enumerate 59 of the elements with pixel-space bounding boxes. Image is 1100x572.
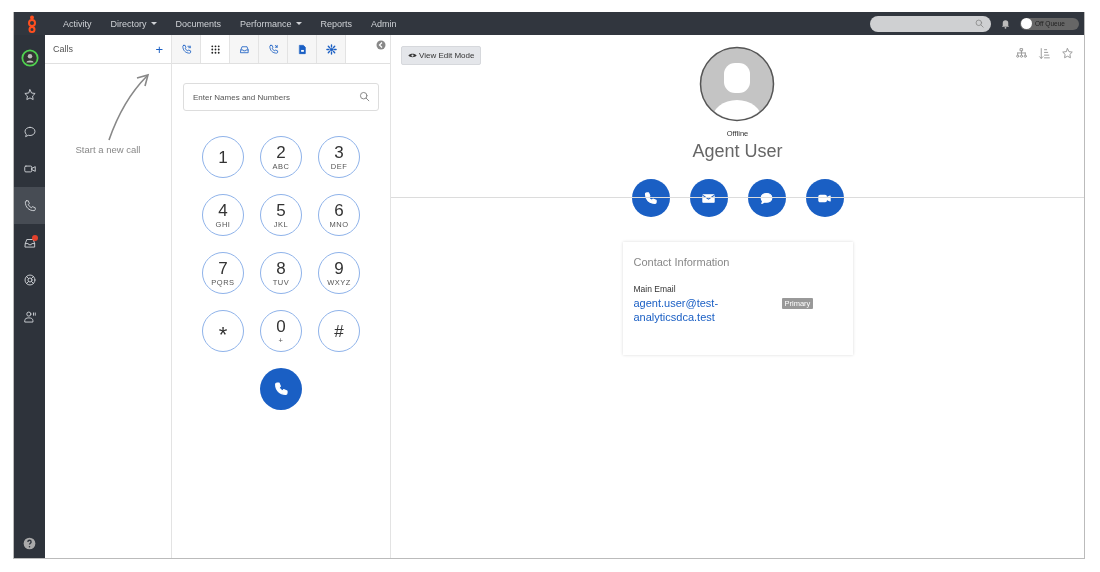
add-button[interactable]: + [155, 41, 163, 57]
search-icon [974, 18, 985, 29]
nav-menu-item[interactable]: Directory [100, 18, 166, 29]
nav-menu-item[interactable]: Reports [310, 18, 362, 29]
person-icon [22, 309, 37, 324]
sort-icon[interactable] [1038, 47, 1051, 60]
logo-icon [25, 14, 39, 33]
phone-icon [267, 43, 279, 55]
chat-bubble-icon [759, 190, 774, 206]
dial-key[interactable]: # [318, 310, 360, 352]
nav-menu-item[interactable]: Performance [230, 18, 311, 29]
sidebar-item[interactable] [14, 187, 45, 224]
phone-icon [180, 43, 192, 55]
lifebuoy-icon [22, 272, 37, 287]
contact-name: Agent User [692, 141, 783, 162]
hint-text: Start a new call [75, 144, 141, 155]
hierarchy-icon[interactable] [1015, 47, 1028, 60]
nav-menu-item[interactable]: Admin [361, 18, 406, 29]
document-icon [296, 43, 308, 55]
star-icon[interactable] [1061, 47, 1074, 60]
nav-menu-item[interactable]: Activity [53, 18, 101, 29]
bell-icon[interactable] [1000, 17, 1011, 30]
phone-icon [643, 190, 658, 206]
field-label: Main Email [633, 284, 677, 294]
video-call-button[interactable] [805, 179, 844, 217]
notification-dot [32, 235, 38, 241]
dialer-tab[interactable] [288, 35, 317, 63]
card-title: Contact Information [633, 256, 731, 268]
phone-icon [22, 198, 37, 213]
caret-icon [295, 22, 302, 25]
search-field[interactable] [870, 15, 991, 32]
collapse-icon[interactable] [376, 40, 386, 50]
help-icon [23, 536, 36, 550]
email-button[interactable] [689, 179, 728, 217]
chat-bubble-icon [22, 124, 37, 139]
dialer-tab[interactable] [172, 35, 201, 63]
gear-icon [325, 43, 337, 55]
dial-key[interactable]: * [202, 310, 244, 352]
eye-icon [408, 52, 417, 59]
chat-button[interactable] [747, 179, 786, 217]
search-icon [358, 90, 371, 103]
email-link[interactable]: agent.user@test-analyticsdca.test [633, 296, 752, 324]
inbox-tray-icon [238, 43, 250, 55]
dialer-tab[interactable] [230, 35, 259, 63]
dialer-tab[interactable] [259, 35, 288, 63]
dialpad-icon [209, 43, 221, 55]
star-icon [22, 87, 37, 102]
nav-menu-item[interactable]: Documents [165, 18, 231, 29]
call-button[interactable] [260, 368, 302, 410]
phone-icon [273, 381, 289, 397]
dialer-tab[interactable] [317, 35, 346, 63]
dial-key[interactable]: 1 [202, 136, 244, 178]
caret-icon [150, 22, 157, 25]
view-edit-mode-button[interactable]: View Edit Mode [401, 46, 482, 65]
call-button[interactable] [631, 179, 670, 217]
panel-title: Calls [53, 44, 73, 54]
search-field[interactable]: Enter Names and Numbers [183, 83, 379, 111]
avatar-icon [699, 46, 776, 122]
avatar-status-icon [20, 48, 39, 67]
